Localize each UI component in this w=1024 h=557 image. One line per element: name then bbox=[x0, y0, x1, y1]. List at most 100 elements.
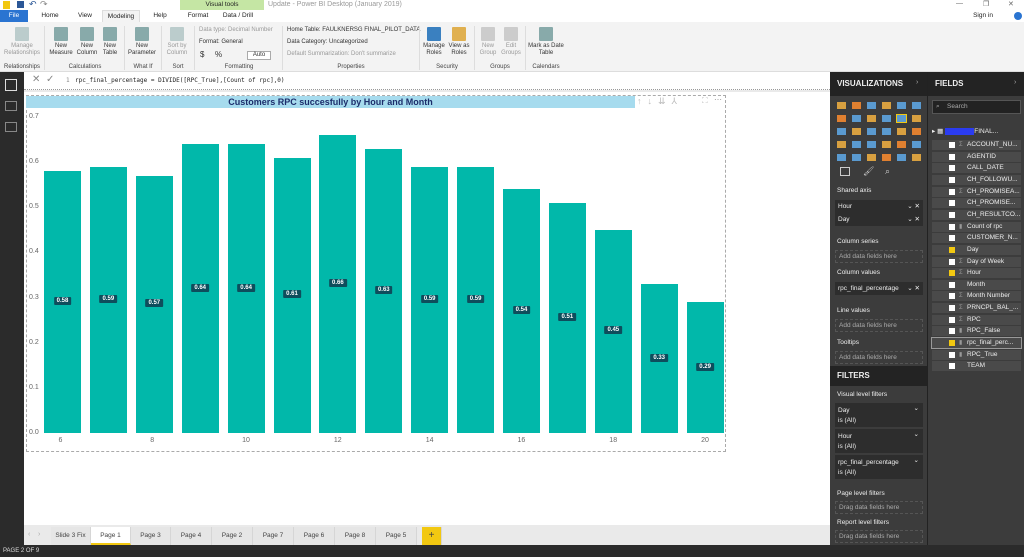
page-tab[interactable]: Page 4 bbox=[171, 527, 212, 545]
page-tab[interactable]: Page 5 bbox=[376, 527, 417, 545]
restore-button[interactable]: ❐ bbox=[983, 0, 989, 8]
page-tab[interactable]: Page 7 bbox=[253, 527, 294, 545]
tab-help[interactable]: Help bbox=[145, 10, 175, 22]
checkbox[interactable] bbox=[949, 188, 955, 195]
mark-as-date-table-button[interactable]: Mark as Date Table bbox=[528, 27, 564, 57]
chevron-down-icon[interactable]: ⌄ bbox=[914, 404, 919, 414]
add-page-button[interactable]: + bbox=[422, 527, 442, 545]
percent-button[interactable]: % bbox=[215, 51, 222, 59]
new-column-button[interactable]: New Column bbox=[74, 27, 100, 57]
visual-type-icon[interactable] bbox=[837, 102, 846, 109]
checkbox[interactable] bbox=[949, 351, 955, 358]
formula-input[interactable]: rpc_final_percentage = DIVIDE([RPC_True]… bbox=[75, 77, 285, 84]
next-page-icon[interactable]: › bbox=[38, 531, 40, 538]
tooltips-drop[interactable]: Add data fields here bbox=[835, 351, 923, 364]
field-item[interactable]: Σ Hour bbox=[932, 268, 1021, 279]
field-item[interactable]: Σ RPC bbox=[932, 314, 1021, 325]
field-item[interactable]: AGENTID bbox=[932, 151, 1021, 162]
more-options-icon[interactable]: ⋯ bbox=[714, 95, 722, 104]
line-values-drop[interactable]: Add data fields here bbox=[835, 319, 923, 332]
decimal-places-input[interactable]: Auto bbox=[247, 51, 271, 60]
edit-groups-button[interactable]: Edit Groups bbox=[499, 27, 523, 57]
checkbox[interactable] bbox=[949, 142, 955, 148]
redo-icon[interactable]: ↷ bbox=[40, 0, 48, 10]
field-item[interactable]: Σ PRNCPL_BAL_... bbox=[932, 303, 1021, 314]
visual-type-icon[interactable] bbox=[867, 128, 876, 135]
visual-type-icon[interactable] bbox=[882, 154, 891, 161]
view-as-roles-button[interactable]: View as Roles bbox=[447, 27, 471, 57]
checkbox[interactable] bbox=[949, 176, 955, 183]
focus-mode-icon[interactable]: ⛶ bbox=[702, 96, 708, 106]
help-icon[interactable] bbox=[1014, 12, 1022, 20]
visual-type-icon[interactable] bbox=[837, 115, 846, 122]
prev-page-icon[interactable]: ‹ bbox=[28, 531, 30, 538]
report-view-icon[interactable] bbox=[5, 79, 17, 91]
visual-type-icon[interactable] bbox=[897, 154, 906, 161]
column-series-drop[interactable]: Add data fields here bbox=[835, 250, 923, 263]
close-button[interactable]: ✕ bbox=[1008, 0, 1014, 8]
visual-type-icon[interactable] bbox=[896, 114, 907, 123]
visual-type-icon[interactable] bbox=[882, 128, 891, 135]
visual-type-icon[interactable] bbox=[867, 102, 876, 109]
tab-view[interactable]: View bbox=[70, 10, 100, 22]
axis-field-hour[interactable]: Hour ⌄ ✕ bbox=[835, 200, 923, 213]
checkbox[interactable] bbox=[949, 246, 955, 253]
field-item[interactable]: ▮ Count of rpc bbox=[932, 221, 1021, 232]
home-table-dropdown[interactable]: Home Table: FAULKNERSG FINAL_PILOT_DATA bbox=[287, 27, 420, 34]
field-item[interactable]: CH_RESULTCO... bbox=[932, 209, 1021, 220]
visual-type-icon[interactable] bbox=[837, 154, 846, 161]
new-parameter-button[interactable]: New Parameter bbox=[127, 27, 157, 57]
manage-roles-button[interactable]: Manage Roles bbox=[421, 27, 447, 57]
field-item[interactable]: CH_FOLLOWU... bbox=[932, 174, 1021, 185]
field-item[interactable]: Σ Day of Week bbox=[932, 256, 1021, 267]
field-item[interactable]: ▮ RPC_True bbox=[932, 349, 1021, 360]
field-item[interactable]: Month bbox=[932, 279, 1021, 290]
fields-tab-icon[interactable] bbox=[840, 167, 850, 176]
visual-type-icon[interactable] bbox=[912, 128, 921, 135]
field-item[interactable]: Σ Month Number bbox=[932, 291, 1021, 302]
checkbox[interactable] bbox=[949, 165, 955, 172]
visual-type-icon[interactable] bbox=[867, 154, 876, 161]
data-category-dropdown[interactable]: Data Category: Uncategorized bbox=[287, 39, 368, 46]
page-filter-drop[interactable]: Drag data fields here bbox=[835, 501, 923, 514]
formula-bar[interactable]: ✕ ✓ 1 rpc_final_percentage = DIVIDE([RPC… bbox=[24, 72, 830, 90]
remove-icon[interactable]: ⌄ ✕ bbox=[907, 213, 920, 226]
visual-type-icon[interactable] bbox=[867, 141, 876, 148]
save-icon[interactable] bbox=[17, 1, 24, 8]
visual-type-icon[interactable] bbox=[882, 141, 891, 148]
checkbox[interactable] bbox=[949, 223, 955, 230]
visual-type-icon[interactable] bbox=[882, 115, 891, 122]
analytics-icon[interactable]: ⌕ bbox=[885, 166, 890, 177]
field-item[interactable]: Day bbox=[932, 244, 1021, 255]
checkbox[interactable] bbox=[949, 316, 955, 323]
checkbox[interactable] bbox=[949, 363, 955, 370]
field-item[interactable]: ▮ RPC_False bbox=[932, 326, 1021, 337]
default-summarization-dropdown[interactable]: Default Summarization: Don't summarize bbox=[287, 51, 396, 58]
field-item[interactable]: CH_PROMISE... bbox=[932, 198, 1021, 209]
tab-home[interactable]: Home bbox=[35, 10, 65, 22]
report-filter-drop[interactable]: Drag data fields here bbox=[835, 530, 923, 543]
sort-by-column-button[interactable]: Sort by Column bbox=[162, 27, 192, 57]
collapse-fields-icon[interactable]: › bbox=[1014, 79, 1016, 86]
sign-in-link[interactable]: Sign in bbox=[968, 10, 998, 22]
table-node[interactable]: ▸ ▦ xxxxxxxxxFINAL... bbox=[932, 127, 998, 135]
field-item[interactable]: CUSTOMER_N... bbox=[932, 233, 1021, 244]
commit-formula-icon[interactable]: ✓ bbox=[46, 74, 54, 85]
chevron-down-icon[interactable]: ⌄ bbox=[914, 430, 919, 440]
chevron-down-icon[interactable]: ⌄ bbox=[914, 456, 919, 466]
field-item[interactable]: ▮ rpc_final_perc... bbox=[931, 337, 1022, 350]
page-tab[interactable]: Page 8 bbox=[335, 527, 376, 545]
currency-button[interactable]: $ bbox=[200, 51, 204, 59]
checkbox[interactable] bbox=[949, 200, 955, 207]
visual-type-icon[interactable] bbox=[852, 102, 861, 109]
field-item[interactable]: CALL_DATE bbox=[932, 163, 1021, 174]
checkbox[interactable] bbox=[949, 293, 955, 300]
visual-type-icon[interactable] bbox=[867, 115, 876, 122]
visual-type-icon[interactable] bbox=[852, 141, 861, 148]
visual-type-icon[interactable] bbox=[837, 141, 846, 148]
format-dropdown[interactable]: Format: General bbox=[199, 39, 243, 46]
visual-type-icon[interactable] bbox=[852, 115, 861, 122]
filter-card-hour[interactable]: Hour is (All) ⌄ bbox=[835, 429, 923, 453]
tab-format[interactable]: Format bbox=[182, 10, 214, 22]
undo-icon[interactable]: ↶ bbox=[29, 0, 37, 10]
